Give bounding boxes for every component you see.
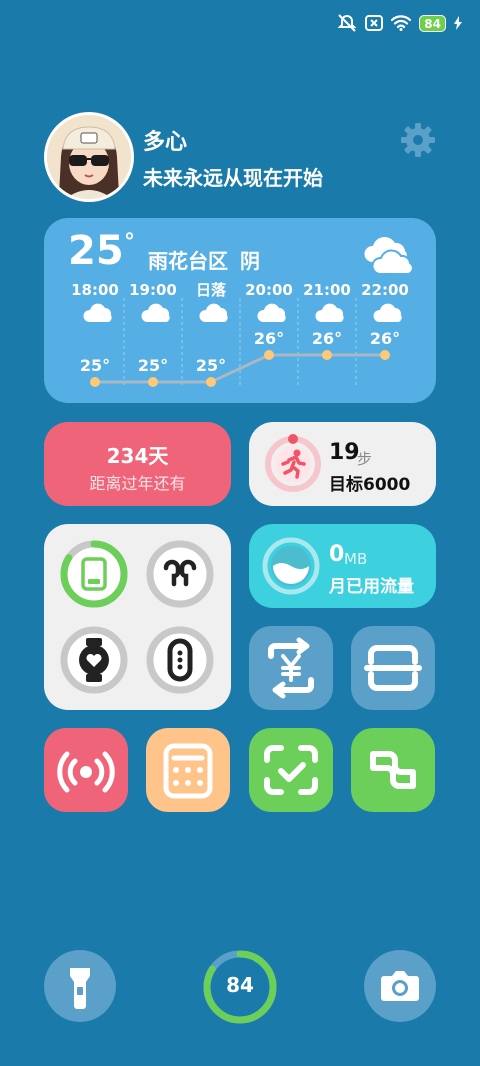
data-usage-label: 月已用流量 [329, 577, 414, 597]
hotspot-button[interactable] [44, 728, 128, 812]
hour-time-label: 22:00 [361, 281, 409, 299]
hour-temperature-label: 26° [254, 329, 284, 348]
scan-button[interactable] [351, 626, 435, 710]
battery-level: 84 [226, 973, 254, 997]
countdown-card[interactable]: 234天 距离过年还有 [44, 422, 231, 506]
hour-temperature-point [264, 350, 274, 360]
camera-button[interactable] [364, 950, 436, 1022]
hour-cloud-icon [199, 303, 228, 322]
avatar[interactable] [44, 112, 134, 202]
hour-cloud-icon [83, 303, 112, 322]
hour-time-label: 18:00 [71, 281, 119, 299]
hour-temperature-point [380, 350, 390, 360]
hour-temperature-label: 26° [312, 329, 342, 348]
data-usage-card[interactable]: 0 MB 月已用流量 [249, 524, 436, 608]
profile-motto: 未来永远从现在开始 [143, 166, 323, 190]
route-icon [370, 751, 416, 789]
flashlight-icon [70, 968, 90, 1009]
hour-time-label: 20:00 [245, 281, 293, 299]
hour-cloud-icon [315, 303, 344, 322]
steps-count: 19 [329, 440, 360, 465]
status-bar: 84 [337, 12, 462, 34]
hour-temperature-label: 26° [370, 329, 400, 348]
hour-temperature-label: 25° [138, 356, 168, 375]
check-scan-icon [264, 745, 318, 795]
avatar-illustration [47, 115, 131, 199]
weather-hourly-chart: 18:00 25° 19:00 25° 日落 25° 20:00 26° 21:00 26° 22:… [71, 281, 409, 387]
sim-off-icon [365, 15, 384, 31]
steps-goal: 目标6000 [329, 475, 411, 495]
hour-time-label: 21:00 [303, 281, 351, 299]
devices-card[interactable] [44, 524, 231, 710]
profile-name: 多心 [143, 130, 188, 155]
charging-icon [454, 16, 462, 30]
calculator-icon [163, 743, 213, 799]
gear-icon[interactable] [400, 122, 436, 158]
camera-icon [381, 971, 419, 1001]
countdown-label: 距离过年还有 [89, 474, 186, 493]
earbuds-icon[interactable] [144, 538, 216, 610]
hour-temperature-point [322, 350, 332, 360]
yuan-exchange-button[interactable] [249, 626, 333, 710]
water-drop-icon [262, 537, 320, 595]
data-usage-value: 0 [329, 542, 345, 567]
hour-temperature-point [148, 377, 158, 387]
hour-cloud-icon [257, 303, 286, 322]
hour-temperature-point [206, 377, 216, 387]
check-scan-button[interactable] [249, 728, 333, 812]
band-icon[interactable] [144, 624, 216, 696]
phone-battery-ring[interactable] [58, 538, 130, 610]
battery-ring-widget[interactable]: 84 [202, 949, 278, 1025]
wifi-icon [391, 15, 412, 31]
countdown-days: 234天 [106, 444, 169, 468]
yuan-exchange-icon [268, 637, 314, 699]
scan-icon [364, 645, 422, 691]
hour-time-label: 日落 [196, 281, 227, 299]
hour-temperature-point [90, 377, 100, 387]
route-button[interactable] [351, 728, 435, 812]
calculator-button[interactable] [146, 728, 230, 812]
battery-icon: 84 [419, 14, 446, 32]
steps-card[interactable]: 19 步 目标6000 [249, 422, 436, 506]
hour-temperature-label: 25° [196, 356, 226, 375]
flashlight-button[interactable] [44, 950, 116, 1022]
hour-time-label: 19:00 [129, 281, 177, 299]
running-icon [265, 434, 321, 492]
watch-icon[interactable] [58, 624, 130, 696]
hour-cloud-icon [141, 303, 170, 322]
mute-icon [337, 14, 357, 32]
data-usage-unit: MB [344, 550, 368, 568]
hour-temperature-label: 25° [80, 356, 110, 375]
steps-unit: 步 [357, 450, 373, 468]
hotspot-icon [57, 751, 115, 793]
hour-cloud-icon [373, 303, 402, 322]
